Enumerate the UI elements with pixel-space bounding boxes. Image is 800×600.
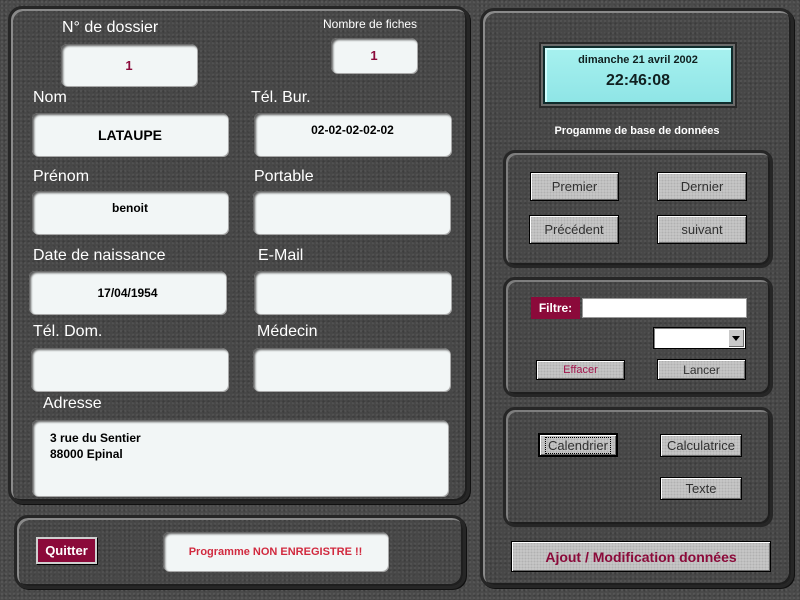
clear-filter-button[interactable]: Effacer — [536, 360, 625, 380]
first-record-button[interactable]: Premier — [530, 172, 619, 201]
clock-date: dimanche 21 avril 2002 — [578, 54, 698, 66]
medecin-field[interactable] — [253, 348, 450, 391]
next-record-button[interactable]: suivant — [657, 215, 747, 244]
prenom-field[interactable]: benoit — [32, 191, 228, 234]
quit-button[interactable]: Quitter — [36, 537, 97, 564]
portable-label: Portable — [254, 168, 314, 185]
dossier-number-field[interactable]: 1 — [61, 44, 197, 86]
portable-field[interactable] — [253, 191, 450, 234]
filter-group: Filtre: Effacer Lancer — [503, 277, 773, 397]
text-editor-button[interactable]: Texte — [660, 477, 742, 500]
nom-field[interactable]: LATAUPE — [32, 113, 228, 156]
record-form-panel: N° de dossier 1 Nombre de fiches 1 Nom L… — [8, 6, 470, 504]
filter-input[interactable] — [582, 298, 747, 318]
dossier-label: N° de dossier — [62, 19, 159, 36]
filter-select[interactable] — [653, 327, 746, 349]
status-bar-panel: Quitter Programme NON ENREGISTRE !! — [14, 515, 466, 589]
adresse-label: Adresse — [43, 395, 102, 412]
add-modify-data-button[interactable]: Ajout / Modification données — [511, 541, 771, 572]
teldom-field[interactable] — [31, 348, 228, 391]
calendar-button-label: Calendrier — [545, 436, 611, 454]
run-filter-button[interactable]: Lancer — [657, 359, 746, 380]
telbur-label: Tél. Bur. — [251, 89, 311, 106]
date-time-display: dimanche 21 avril 2002 22:46:08 — [543, 46, 733, 104]
clock-time: 22:46:08 — [605, 72, 671, 89]
status-message: Programme NON ENREGISTRE !! — [163, 532, 388, 571]
prenom-label: Prénom — [33, 168, 90, 185]
email-field[interactable] — [254, 271, 451, 314]
adresse-field[interactable]: 3 rue du Sentier 88000 Epinal — [32, 420, 448, 496]
calendar-button[interactable]: Calendrier — [539, 434, 617, 456]
last-record-button[interactable]: Dernier — [657, 172, 747, 201]
naissance-label: Date de naissance — [33, 247, 166, 264]
medecin-label: Médecin — [257, 323, 318, 340]
telbur-field[interactable]: 02-02-02-02-02 — [254, 113, 451, 156]
fiches-count-field: 1 — [331, 38, 417, 73]
navigation-group: Premier Dernier Précédent suivant — [503, 150, 773, 268]
filter-label: Filtre: — [531, 297, 580, 319]
fiches-count-label: Nombre de fiches — [323, 17, 418, 31]
naissance-field[interactable]: 17/04/1954 — [29, 271, 226, 314]
tools-group: Calendrier Calculatrice Texte — [503, 407, 773, 527]
nom-label: Nom — [33, 89, 67, 106]
control-panel: dimanche 21 avril 2002 22:46:08 Progamme… — [480, 8, 794, 588]
calculator-button[interactable]: Calculatrice — [660, 434, 742, 457]
previous-record-button[interactable]: Précédent — [529, 215, 619, 244]
teldom-label: Tél. Dom. — [33, 323, 103, 340]
email-label: E-Mail — [258, 247, 304, 264]
chevron-down-icon[interactable] — [728, 329, 744, 347]
program-title: Progamme de base de données — [554, 125, 720, 137]
